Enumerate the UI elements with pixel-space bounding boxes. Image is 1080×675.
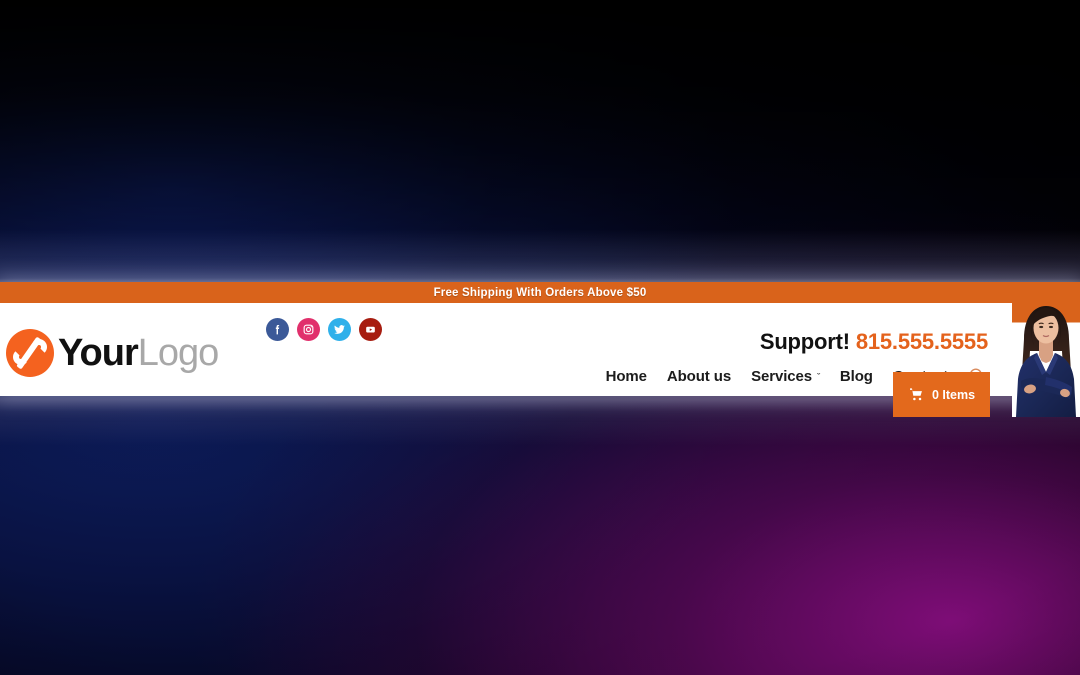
cart-button[interactable]: 0 Items: [893, 372, 990, 417]
support-label: Support!: [759, 329, 850, 354]
twitter-icon[interactable]: [328, 318, 351, 341]
nav-label: Services: [751, 367, 813, 385]
nav-label: Home: [605, 367, 647, 385]
instagram-icon[interactable]: [297, 318, 320, 341]
cart-label: 0 Items: [931, 387, 976, 402]
nav-item-home[interactable]: Home: [596, 368, 657, 385]
businesswoman-photo: [1012, 301, 1080, 417]
announcement-bar: Free Shipping With Orders Above $50: [0, 282, 1080, 303]
site-logo[interactable]: YourLogo: [6, 329, 220, 377]
swirl-logo-icon: [6, 329, 54, 377]
logo-text-bold: Your: [58, 332, 139, 374]
nav-item-services[interactable]: Services ˇ: [741, 368, 830, 385]
site-header: Free Shipping With Orders Above $50 Your…: [0, 282, 1080, 417]
support-phone[interactable]: 815.555.5555: [856, 329, 988, 354]
header-bar: YourLogo Support! 815.555.5555 Home Abou…: [0, 301, 1080, 417]
support-line: Support! 815.555.5555: [760, 329, 988, 355]
page-root: Free Shipping With Orders Above $50 Your…: [0, 0, 1080, 675]
announcement-text: Free Shipping With Orders Above $50: [433, 286, 647, 299]
nav-label: About us: [666, 367, 732, 385]
shopping-cart-icon: [908, 387, 925, 402]
facebook-icon[interactable]: [266, 318, 289, 341]
logo-text-light: Logo: [137, 332, 220, 374]
youtube-icon[interactable]: [359, 318, 382, 341]
nav-label: Blog: [839, 367, 873, 385]
nav-item-blog[interactable]: Blog: [830, 368, 883, 385]
chevron-down-icon: ˇ: [817, 372, 820, 382]
social-links: [266, 318, 382, 341]
logo-text: YourLogo: [58, 332, 220, 374]
nav-item-about-us[interactable]: About us: [657, 368, 741, 385]
